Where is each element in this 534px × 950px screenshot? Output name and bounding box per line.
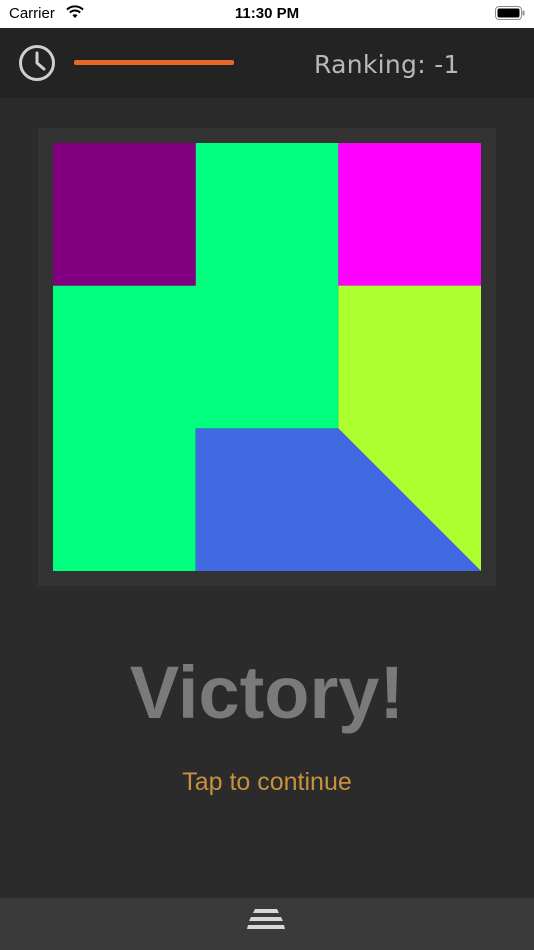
puzzle-board-frame: [38, 128, 496, 586]
status-bar: Carrier 11:30 PM: [0, 0, 534, 28]
menu-icon[interactable]: [245, 908, 287, 930]
puzzle-board[interactable]: [53, 143, 481, 571]
bottom-bar: [0, 898, 534, 950]
game-header: Ranking: -1: [0, 28, 534, 98]
purple-piece[interactable]: [53, 143, 196, 286]
timer-progress-bar: [74, 60, 234, 65]
victory-title: Victory!: [129, 651, 405, 734]
battery-icon: [495, 6, 525, 20]
clock-time: 11:30 PM: [234, 5, 300, 22]
tap-to-continue-button[interactable]: Tap to continue: [0, 768, 534, 797]
magenta-piece[interactable]: [338, 143, 481, 286]
clock-icon: [19, 45, 55, 81]
ranking-label: Ranking: -1: [314, 50, 460, 79]
timer-progress-fill: [74, 60, 234, 65]
